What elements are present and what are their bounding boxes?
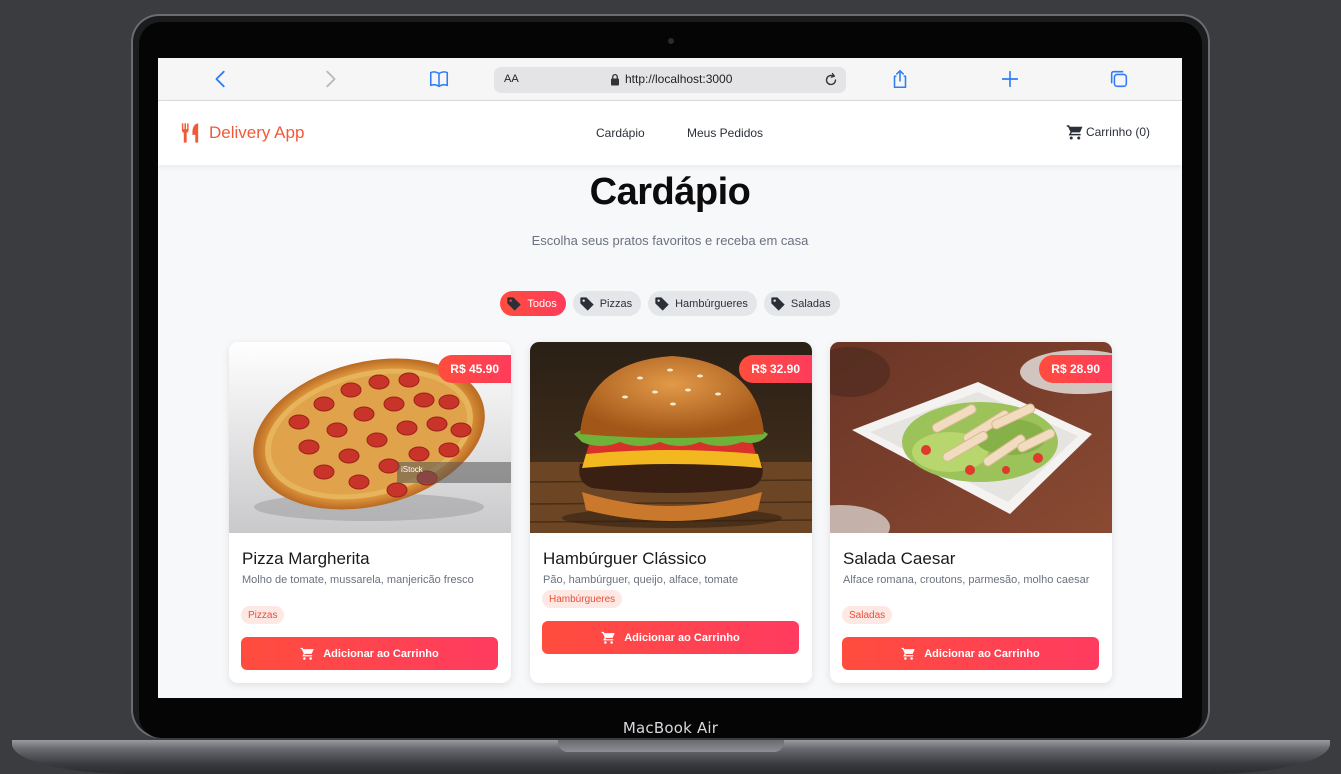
price-badge: R$ 45.90 <box>438 355 511 383</box>
app-navbar: Delivery App Cardápio Meus Pedidos Carri… <box>158 101 1182 165</box>
brand-name: Delivery App <box>209 123 305 142</box>
url-text: http://localhost:3000 <box>625 72 733 86</box>
filter-pizzas[interactable]: Pizzas <box>572 291 642 316</box>
nav-menu-link[interactable]: Cardápio <box>596 126 645 140</box>
brand-logo[interactable]: Delivery App <box>179 121 304 145</box>
cart-icon <box>300 647 314 660</box>
tag-icon <box>507 296 522 311</box>
button-label: Adicionar ao Carrinho <box>624 631 740 644</box>
product-name: Pizza Margherita <box>242 549 370 568</box>
utensils-icon <box>181 123 199 143</box>
price-badge: R$ 28.90 <box>1039 355 1112 383</box>
price-badge: R$ 32.90 <box>739 355 812 383</box>
category-tag: Saladas <box>842 606 893 624</box>
page-title: Cardápio <box>589 171 751 213</box>
nav-orders-link[interactable]: Meus Pedidos <box>687 126 763 140</box>
tabs-overview-icon[interactable] <box>1107 67 1131 91</box>
filter-label: Pizzas <box>599 297 633 310</box>
product-description: Molho de tomate, mussarela, manjericão f… <box>242 574 474 586</box>
text-size-button[interactable]: AA <box>504 73 519 85</box>
laptop-base-notch <box>558 740 784 752</box>
cart-icon <box>1066 125 1083 140</box>
filter-todos[interactable]: Todos <box>500 291 566 316</box>
lock-icon <box>611 73 619 86</box>
address-bar[interactable]: AA http://localhost:3000 <box>494 67 846 93</box>
browser-toolbar: AA http://localhost:3000 <box>158 58 1182 101</box>
bookmarks-icon[interactable] <box>427 67 451 91</box>
add-to-cart-button[interactable]: Adicionar ao Carrinho <box>241 637 498 670</box>
cart-icon <box>601 631 615 644</box>
filter-label: Todos <box>527 297 557 310</box>
tag-icon <box>655 296 669 311</box>
add-to-cart-button[interactable]: Adicionar ao Carrinho <box>842 637 1099 670</box>
product-description: Pão, hambúrguer, queijo, alface, tomate <box>543 574 739 586</box>
product-name: Hambúrguer Clássico <box>543 549 707 568</box>
filter-label: Saladas <box>790 297 831 310</box>
button-label: Adicionar ao Carrinho <box>924 647 1040 660</box>
cart-label: Carrinho (0) <box>1085 125 1150 139</box>
device-label: MacBook Air <box>622 719 719 737</box>
cart-icon <box>901 647 915 660</box>
share-icon[interactable] <box>888 67 912 91</box>
filter-saladas[interactable]: Saladas <box>763 291 840 316</box>
tag-icon <box>771 296 785 311</box>
camera-dot <box>668 38 674 44</box>
category-tag: Hambúrgueres <box>542 590 623 608</box>
category-filters: Todos Pizzas Hambúrgueres Saladas <box>158 291 1182 316</box>
filter-hamburgueres[interactable]: Hambúrgueres <box>648 291 757 316</box>
product-description: Alface romana, croutons, parmesão, molho… <box>843 574 1090 586</box>
button-label: Adicionar ao Carrinho <box>323 647 439 660</box>
category-tag: Pizzas <box>241 606 285 624</box>
back-icon[interactable] <box>209 67 233 91</box>
product-card: R$ 28.90 Salada Caesar Alface romana, cr… <box>830 342 1112 683</box>
image-watermark: iStock <box>401 465 424 474</box>
forward-icon[interactable] <box>318 67 342 91</box>
reload-icon[interactable] <box>822 71 840 89</box>
filter-label: Hambúrgueres <box>675 297 748 310</box>
cart-link[interactable]: Carrinho (0) <box>1066 123 1150 141</box>
product-name: Salada Caesar <box>843 549 956 568</box>
product-card: R$ 32.90 Hambúrguer Clássico Pão, hambúr… <box>530 342 812 683</box>
product-card: iStock R$ 45.90 Pizza Margherita Molho d… <box>229 342 511 683</box>
tag-icon <box>580 296 594 311</box>
screen: AA http://localhost:3000 Delivery App Ca… <box>158 58 1182 698</box>
add-to-cart-button[interactable]: Adicionar ao Carrinho <box>542 621 799 654</box>
page-subtitle: Escolha seus pratos favoritos e receba e… <box>531 233 809 248</box>
new-tab-icon[interactable] <box>998 67 1022 91</box>
